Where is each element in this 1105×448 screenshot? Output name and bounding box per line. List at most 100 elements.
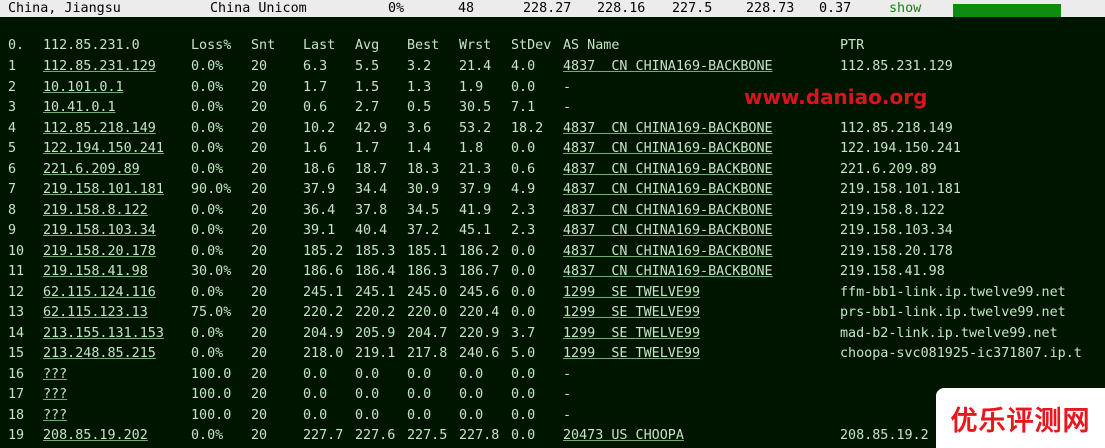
hop-avg: 37.8 <box>355 202 388 218</box>
hop-hop: 12 <box>8 284 25 300</box>
hop-best: 0.0 <box>407 387 432 402</box>
hop-best: 1.3 <box>407 79 432 95</box>
hop-best: 0.0 <box>407 366 432 382</box>
hop-snt: 20 <box>251 182 268 197</box>
hop-row: 8 219.158.8.122 0.0% 20 36.4 37.8 34.5 41.9 2.3 4… <box>0 201 1105 221</box>
hop-loss: 0.0% <box>191 161 224 177</box>
hop-host[interactable]: 122.194.150.241 <box>43 139 164 159</box>
hop-ptr: 219.158.103.34 <box>840 223 953 238</box>
hop-avg: 186.4 <box>355 264 396 279</box>
hop-hop: 18 <box>8 407 25 423</box>
hop-best: 185.1 <box>407 243 448 259</box>
hop-as[interactable]: 1299 SE TWELVE99 <box>563 324 700 344</box>
hop-as[interactable]: 4837 CN CHINA169-BACKBONE <box>563 201 773 221</box>
hop-last: 37.9 <box>303 182 336 197</box>
hop-best: 217.8 <box>407 346 448 361</box>
hop-last: 220.2 <box>303 305 344 320</box>
show-progress-bar <box>953 4 1061 17</box>
site-watermark: www.daniao.org <box>744 85 928 109</box>
hop-as[interactable]: - <box>563 406 571 426</box>
hop-as[interactable]: - <box>563 365 571 385</box>
hop-wrst: 220.9 <box>459 325 500 341</box>
hop-stdev: 7.1 <box>511 100 536 115</box>
hop-loss: 0.0% <box>191 59 224 74</box>
summary-bar: China, Jiangsu China Unicom 0% 48 228.27… <box>0 0 1105 17</box>
hop-as[interactable]: 1299 SE TWELVE99 <box>563 344 700 364</box>
hop-stdev: 0.0 <box>511 243 536 259</box>
hop-avg: 219.1 <box>355 346 396 361</box>
hop-row: 1 112.85.231.129 0.0% 20 6.3 5.5 3.2 21.4 4.0 483… <box>0 57 1105 77</box>
hop-stdev: 0.0 <box>511 141 536 156</box>
hop-as[interactable]: 4837 CN CHINA169-BACKBONE <box>563 180 773 200</box>
hop-host[interactable]: 221.6.209.89 <box>43 160 140 180</box>
hop-snt: 20 <box>251 346 268 361</box>
hop-host[interactable]: 219.158.8.122 <box>43 201 148 221</box>
hop-snt: 20 <box>251 79 268 95</box>
hop-row: 6 221.6.209.89 0.0% 20 18.6 18.7 18.3 21.3 0.6 48… <box>0 160 1105 180</box>
hop-row: 3 10.41.0.1 0.0% 20 0.6 2.7 0.5 30.5 7.1 - <box>0 98 1105 118</box>
hop-snt: 20 <box>251 120 268 136</box>
hop-last: 185.2 <box>303 243 344 259</box>
hop-host[interactable]: 10.41.0.1 <box>43 98 116 118</box>
hop-as[interactable]: 4837 CN CHINA169-BACKBONE <box>563 221 773 241</box>
hop-stdev: 5.0 <box>511 346 536 361</box>
hop-host[interactable]: ??? <box>43 406 67 426</box>
hop-avg: 1.7 <box>355 141 380 156</box>
hop-as[interactable]: 4837 CN CHINA169-BACKBONE <box>563 242 773 262</box>
hop-host[interactable]: 208.85.19.202 <box>43 426 148 446</box>
hop-loss: 0.0% <box>191 79 224 95</box>
hop-avg: 1.5 <box>355 79 380 95</box>
hop-ptr: choopa-svc081925-ic371807.ip.t <box>840 346 1082 361</box>
hop-as[interactable]: 20473 US CHOOPA <box>563 426 684 446</box>
hop-wrst: 37.9 <box>459 182 492 197</box>
hop-avg: 205.9 <box>355 325 396 341</box>
hop-snt: 20 <box>251 243 268 259</box>
hop-host[interactable]: 112.85.231.129 <box>43 57 156 77</box>
hop-host[interactable]: ??? <box>43 385 67 405</box>
hop-last: 39.1 <box>303 223 336 238</box>
hop-host[interactable]: 219.158.41.98 <box>43 262 148 282</box>
terminal-output: 0. 112.85.231.0 Loss% Snt Last Avg Best … <box>0 17 1105 448</box>
hop-as[interactable]: 4837 CN CHINA169-BACKBONE <box>563 57 773 77</box>
hop-last: 1.6 <box>303 141 328 156</box>
hop-host[interactable]: 219.158.20.178 <box>43 242 156 262</box>
hop-best: 204.7 <box>407 325 448 341</box>
hop-as[interactable]: 4837 CN CHINA169-BACKBONE <box>563 119 773 139</box>
hop-row: 4 112.85.218.149 0.0% 20 10.2 42.9 3.6 53.2 18.2… <box>0 119 1105 139</box>
hop-host[interactable]: 62.115.123.13 <box>43 303 148 323</box>
hop-as[interactable]: 1299 SE TWELVE99 <box>563 303 700 323</box>
hop-row: 15 213.248.85.215 0.0% 20 218.0 219.1 217.8 240… <box>0 344 1105 364</box>
hop-host[interactable]: 62.115.124.116 <box>43 283 156 303</box>
hop-hop: 11 <box>8 264 25 279</box>
hop-snt: 20 <box>251 284 268 300</box>
hop-as[interactable]: 1299 SE TWELVE99 <box>563 283 700 303</box>
header-avg: Avg <box>355 38 380 53</box>
hop-loss: 0.0% <box>191 325 224 341</box>
hop-host[interactable]: ??? <box>43 365 67 385</box>
hop-host[interactable]: 213.248.85.215 <box>43 344 156 364</box>
hop-snt: 20 <box>251 366 268 382</box>
summary-loss: 0% <box>388 1 405 16</box>
show-button[interactable]: show <box>889 0 921 17</box>
hop-loss: 0.0% <box>191 100 224 115</box>
hop-loss: 30.0% <box>191 264 232 279</box>
summary-best: 227.5 <box>672 1 713 16</box>
hop-as[interactable]: 4837 CN CHINA169-BACKBONE <box>563 262 773 282</box>
hop-host[interactable]: 10.101.0.1 <box>43 78 124 98</box>
hop-as[interactable]: - <box>563 78 571 98</box>
hop-loss: 100.0 <box>191 366 232 382</box>
hop-wrst: 1.9 <box>459 79 484 95</box>
hop-best: 186.3 <box>407 264 448 279</box>
hop-stdev: 0.0 <box>511 305 536 320</box>
hop-as[interactable]: - <box>563 385 571 405</box>
header-host: 112.85.231.0 <box>43 38 140 53</box>
hop-host[interactable]: 219.158.101.181 <box>43 180 164 200</box>
hop-stdev: 2.3 <box>511 223 536 238</box>
hop-host[interactable]: 112.85.218.149 <box>43 119 156 139</box>
hop-host[interactable]: 213.155.131.153 <box>43 324 164 344</box>
hop-as[interactable]: 4837 CN CHINA169-BACKBONE <box>563 160 773 180</box>
hop-as[interactable]: 4837 CN CHINA169-BACKBONE <box>563 139 773 159</box>
hop-host[interactable]: 219.158.103.34 <box>43 221 156 241</box>
hop-hop: 3 <box>8 100 17 115</box>
hop-as[interactable]: - <box>563 98 571 118</box>
